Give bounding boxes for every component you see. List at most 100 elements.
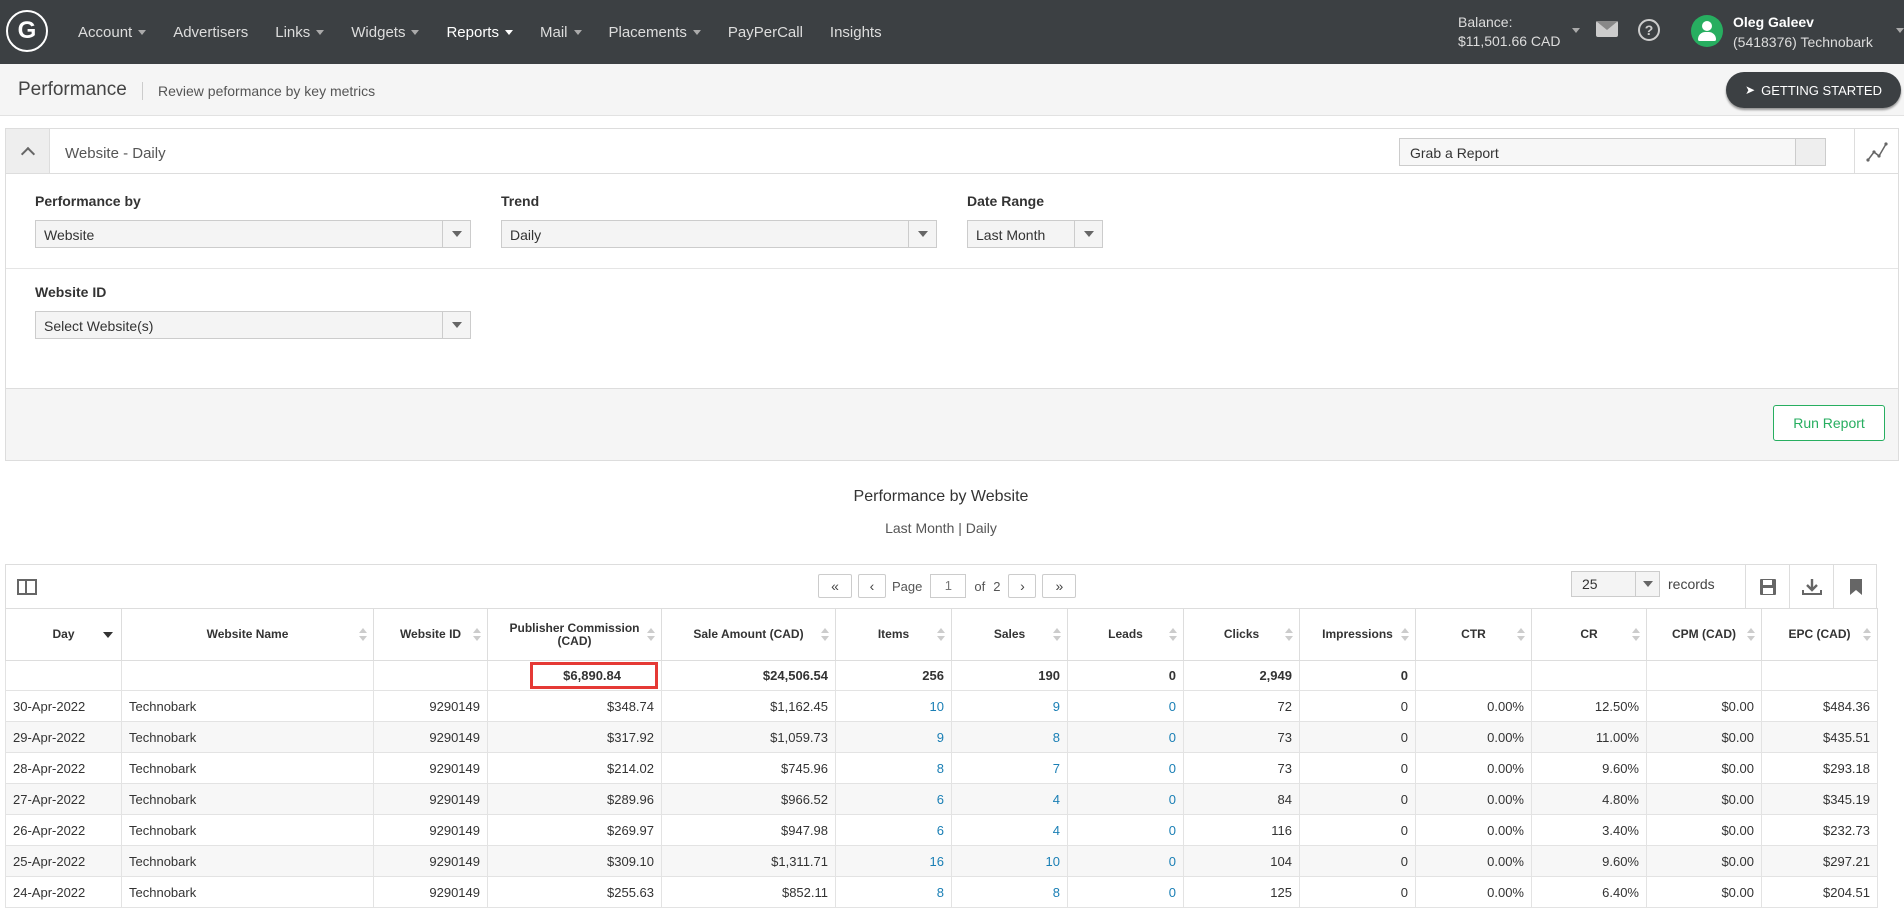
table-cell[interactable]: 0 [1067, 876, 1184, 908]
table-cell: 0.00% [1415, 783, 1532, 815]
records-per-page-value: 25 [1582, 576, 1598, 592]
table-cell: $345.19 [1761, 783, 1878, 815]
table-cell: 3.40% [1531, 814, 1647, 846]
column-header[interactable]: Items [835, 608, 952, 661]
brand-logo-icon[interactable]: G [6, 10, 48, 52]
grab-report-select[interactable]: Grab a Report [1399, 138, 1826, 166]
table-cell[interactable]: 9 [951, 690, 1068, 722]
nav-item-label: Placements [608, 23, 687, 41]
performance-by-select[interactable]: Website [35, 220, 471, 248]
table-cell[interactable]: 9 [835, 721, 952, 753]
website-id-select[interactable]: Select Website(s) [35, 311, 471, 339]
balance-display[interactable]: Balance: $11,501.66 CAD [1458, 13, 1560, 51]
balance-dropdown-icon[interactable] [1572, 28, 1580, 33]
bookmark-button[interactable] [1833, 565, 1877, 608]
column-header[interactable]: CR [1531, 608, 1647, 661]
performance-by-value: Website [44, 227, 95, 243]
table-cell[interactable]: 0 [1067, 690, 1184, 722]
table-cell: 0.00% [1415, 876, 1532, 908]
page-number-input[interactable]: 1 [930, 574, 967, 598]
chevron-down-icon [316, 29, 325, 35]
table-cell[interactable]: 8 [835, 752, 952, 784]
user-menu[interactable]: Oleg Galeev (5418376) Technobark [1733, 12, 1873, 52]
header-divider [142, 82, 143, 100]
nav-item-links[interactable]: Links [275, 24, 325, 41]
table-cell: $255.63 [487, 876, 662, 908]
table-cell[interactable]: 7 [951, 752, 1068, 784]
table-cell[interactable]: 8 [951, 721, 1068, 753]
table-cell: 0.00% [1415, 752, 1532, 784]
table-cell: 9290149 [373, 783, 488, 815]
column-header[interactable]: CPM (CAD) [1646, 608, 1762, 661]
table-cell[interactable]: 16 [835, 845, 952, 877]
save-button[interactable] [1745, 565, 1789, 608]
table-cell[interactable]: 4 [951, 783, 1068, 815]
column-header[interactable]: EPC (CAD) [1761, 608, 1878, 661]
table-cell[interactable]: 4 [951, 814, 1068, 846]
column-header[interactable]: Leads [1067, 608, 1184, 661]
column-header[interactable]: Day [5, 608, 122, 661]
nav-item-reports[interactable]: Reports [446, 24, 513, 41]
table-cell: 0.00% [1415, 721, 1532, 753]
getting-started-button[interactable]: ➤ GETTING STARTED [1726, 72, 1901, 108]
panel-footer: Run Report [6, 388, 1898, 460]
column-header[interactable]: Sale Amount (CAD) [661, 608, 836, 661]
nav-item-insights[interactable]: Insights [830, 24, 882, 41]
table-cell[interactable]: 6 [835, 783, 952, 815]
table-cell[interactable]: 0 [1067, 783, 1184, 815]
nav-item-mail[interactable]: Mail [540, 24, 582, 41]
columns-icon[interactable] [17, 579, 37, 595]
next-page-button[interactable]: › [1008, 574, 1037, 598]
mail-icon[interactable] [1596, 21, 1618, 37]
nav-item-label: Account [78, 23, 133, 41]
table-cell[interactable]: 6 [835, 814, 952, 846]
column-header-label: Items [877, 627, 910, 641]
save-icon [1759, 578, 1776, 595]
column-header[interactable]: Clicks [1183, 608, 1300, 661]
table-cell[interactable]: 10 [835, 690, 952, 722]
help-icon[interactable]: ? [1638, 19, 1660, 41]
table-cell: $0.00 [1646, 876, 1762, 908]
grab-report-button[interactable] [1795, 139, 1825, 165]
balance-label: Balance: [1458, 14, 1513, 30]
table-cell[interactable]: 0 [1067, 814, 1184, 846]
download-button[interactable] [1789, 565, 1833, 608]
table-cell: $966.52 [661, 783, 836, 815]
date-range-select[interactable]: Last Month [967, 220, 1103, 248]
nav-item-account[interactable]: Account [78, 23, 147, 41]
collapse-panel-button[interactable] [6, 129, 50, 173]
user-dropdown-icon[interactable] [1896, 28, 1904, 33]
nav-item-paypercall[interactable]: PayPerCall [728, 24, 803, 41]
column-header[interactable]: Website Name [121, 608, 374, 661]
column-header[interactable]: Publisher Commission (CAD) [487, 608, 662, 661]
nav-item-placements[interactable]: Placements [609, 24, 701, 41]
column-header[interactable]: Sales [951, 608, 1068, 661]
column-header[interactable]: Impressions [1299, 608, 1416, 661]
run-report-button[interactable]: Run Report [1773, 405, 1885, 441]
table-cell: 24-Apr-2022 [5, 876, 122, 908]
table-cell[interactable]: 8 [835, 876, 952, 908]
records-per-page-select[interactable]: 25 [1571, 571, 1660, 597]
nav-item-widgets[interactable]: Widgets [351, 24, 420, 41]
user-avatar-icon[interactable] [1691, 15, 1723, 47]
table-cell[interactable]: 0 [1067, 721, 1184, 753]
table-cell: 73 [1183, 752, 1300, 784]
chart-toggle-button[interactable] [1854, 129, 1898, 173]
table-cell[interactable]: 0 [1067, 752, 1184, 784]
first-page-button[interactable]: « [818, 574, 852, 598]
column-header[interactable]: CTR [1415, 608, 1532, 661]
nav-item-advertisers[interactable]: Advertisers [173, 24, 248, 41]
chevron-down-icon [138, 29, 147, 35]
table-cell: 9290149 [373, 845, 488, 877]
total-cell: 256 [835, 660, 952, 691]
table-cell[interactable]: 0 [1067, 845, 1184, 877]
prev-page-button[interactable]: ‹ [858, 574, 886, 598]
table-cell[interactable]: 10 [951, 845, 1068, 877]
table-cell[interactable]: 8 [951, 876, 1068, 908]
trend-select[interactable]: Daily [501, 220, 937, 248]
last-page-button[interactable]: » [1042, 574, 1077, 598]
nav-item-label: Reports [446, 23, 499, 41]
column-header[interactable]: Website ID [373, 608, 488, 661]
getting-started-label: GETTING STARTED [1761, 82, 1882, 98]
table-cell: 30-Apr-2022 [5, 690, 122, 722]
